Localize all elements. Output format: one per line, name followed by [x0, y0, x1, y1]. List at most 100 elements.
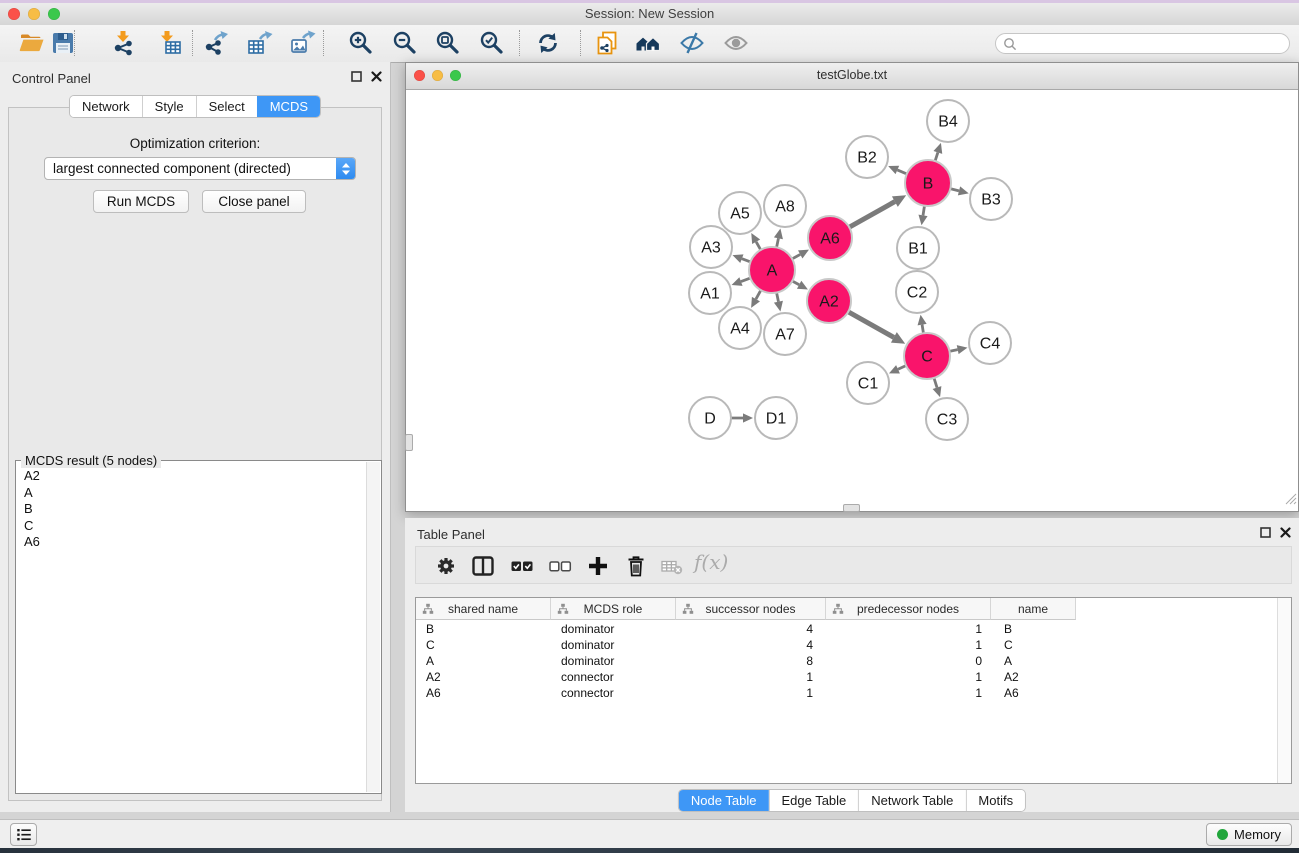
graph-node-C1[interactable]: C1	[847, 362, 889, 404]
graph-node-A3[interactable]: A3	[690, 226, 732, 268]
close-panel-button[interactable]: Close panel	[202, 190, 306, 213]
float-panel-icon[interactable]	[1260, 527, 1271, 538]
export-image-button[interactable]	[290, 30, 316, 56]
graph-node-C2[interactable]: C2	[896, 271, 938, 313]
import-network-button[interactable]	[111, 30, 137, 56]
tab-network[interactable]: Network	[70, 96, 142, 117]
graph-node-D1[interactable]: D1	[755, 397, 797, 439]
graph-node-B4[interactable]: B4	[927, 100, 969, 142]
open-session-button[interactable]	[19, 30, 45, 56]
svg-text:C2: C2	[907, 285, 928, 302]
toolbar-separator	[74, 30, 75, 56]
result-item[interactable]: A2	[24, 468, 373, 485]
column-header-successor-nodes[interactable]: successor nodes	[676, 598, 826, 620]
network-window-titlebar[interactable]: testGlobe.txt	[406, 63, 1298, 90]
refresh-icon	[535, 30, 561, 56]
export-table-button[interactable]	[247, 30, 273, 56]
graph-node-A4[interactable]: A4	[719, 307, 761, 349]
desktop-strip	[0, 848, 1299, 853]
task-history-button[interactable]	[10, 823, 37, 846]
tab-mcds[interactable]: MCDS	[257, 96, 320, 117]
hide-graphics-details-button[interactable]	[679, 30, 705, 56]
svg-text:B3: B3	[981, 192, 1001, 209]
show-graphics-details-button[interactable]	[723, 30, 749, 56]
function-builder-button[interactable]: f(x)	[694, 550, 728, 574]
graph-node-B3[interactable]: B3	[970, 178, 1012, 220]
graph-node-B[interactable]: B	[905, 160, 951, 206]
graph-node-A6[interactable]: A6	[808, 216, 852, 260]
save-icon	[50, 30, 76, 56]
criterion-dropdown[interactable]: largest connected component (directed)	[44, 157, 356, 180]
table-row[interactable]: A6 connector 1 1 A6	[416, 685, 1277, 701]
mcds-result-title: MCDS result (5 nodes)	[21, 453, 161, 468]
result-item[interactable]: B	[24, 501, 373, 518]
tab-network-table[interactable]: Network Table	[858, 790, 965, 811]
svg-text:A3: A3	[701, 240, 721, 257]
graph-node-B1[interactable]: B1	[897, 227, 939, 269]
memory-button[interactable]: Memory	[1206, 823, 1292, 846]
result-item[interactable]: C	[24, 518, 373, 535]
column-header-mcds-role[interactable]: MCDS role	[551, 598, 676, 620]
table-row[interactable]: A2 connector 1 1 A2	[416, 669, 1277, 685]
result-scrollbar[interactable]	[366, 462, 380, 792]
select-all-button[interactable]	[509, 553, 535, 579]
graph-node-A[interactable]: A	[749, 247, 795, 293]
table-settings-button[interactable]	[433, 553, 459, 579]
birdseye-toggle-left[interactable]	[405, 434, 413, 451]
home-button[interactable]	[635, 30, 661, 56]
network-title: testGlobe.txt	[406, 68, 1298, 82]
export-network-button[interactable]	[203, 30, 229, 56]
graph-node-C3[interactable]: C3	[926, 398, 968, 440]
birdseye-toggle-bottom[interactable]	[843, 504, 860, 512]
graph-node-C4[interactable]: C4	[969, 322, 1011, 364]
tab-edge-table[interactable]: Edge Table	[768, 790, 858, 811]
resize-grip-icon[interactable]	[1283, 491, 1297, 510]
table-scrollbar[interactable]	[1277, 598, 1291, 783]
toolbar-separator	[580, 30, 581, 56]
table-row[interactable]: B dominator 4 1 B	[416, 621, 1277, 637]
delete-column-button[interactable]	[623, 553, 649, 579]
graph-node-B2[interactable]: B2	[846, 136, 888, 178]
tab-select[interactable]: Select	[196, 96, 257, 117]
column-header-name[interactable]: name	[991, 598, 1076, 620]
run-mcds-button[interactable]: Run MCDS	[93, 190, 189, 213]
graph-node-A8[interactable]: A8	[764, 185, 806, 227]
graph-node-A1[interactable]: A1	[689, 272, 731, 314]
network-canvas[interactable]: A B C A6 A2 A1 A3 A4 A5 A7 A8 B1 B2 B3 B4 C1 C2 C3C4 D D1	[406, 90, 1298, 511]
zoom-in-button[interactable]	[348, 30, 374, 56]
deselect-all-button[interactable]	[547, 553, 573, 579]
refresh-button[interactable]	[535, 30, 561, 56]
float-panel-icon[interactable]	[351, 71, 362, 82]
save-session-button[interactable]	[50, 30, 76, 56]
graph-node-C[interactable]: C	[904, 333, 950, 379]
close-panel-icon[interactable]	[371, 71, 382, 82]
show-columns-button[interactable]	[470, 553, 496, 579]
column-header-shared-name[interactable]: shared name	[416, 598, 551, 620]
result-item[interactable]: A6	[24, 534, 373, 551]
graph-node-D[interactable]: D	[689, 397, 731, 439]
graph-node-A7[interactable]: A7	[764, 313, 806, 355]
search-box	[995, 33, 1290, 54]
clone-network-button[interactable]	[594, 30, 620, 56]
table-row[interactable]: A dominator 8 0 A	[416, 653, 1277, 669]
zoom-fit-button[interactable]	[435, 30, 461, 56]
search-input[interactable]	[1021, 35, 1289, 53]
zoom-selected-button[interactable]	[479, 30, 505, 56]
graph-node-A2[interactable]: A2	[807, 279, 851, 323]
tab-node-table[interactable]: Node Table	[679, 790, 769, 811]
main-titlebar: Session: New Session	[0, 3, 1299, 26]
result-item[interactable]: A	[24, 485, 373, 502]
svg-text:D1: D1	[766, 411, 787, 428]
column-header-predecessor-nodes[interactable]: predecessor nodes	[826, 598, 991, 620]
zoom-out-button[interactable]	[392, 30, 418, 56]
close-panel-icon[interactable]	[1280, 527, 1291, 538]
tab-motifs[interactable]: Motifs	[965, 790, 1025, 811]
unchecked-boxes-icon	[547, 553, 573, 579]
export-network-icon	[203, 30, 229, 56]
import-table-button[interactable]	[157, 30, 183, 56]
table-row[interactable]: C dominator 4 1 C	[416, 637, 1277, 653]
tab-style[interactable]: Style	[142, 96, 196, 117]
graph-node-A5[interactable]: A5	[719, 192, 761, 234]
add-column-button[interactable]	[585, 553, 611, 579]
delete-table-button[interactable]	[659, 553, 685, 579]
